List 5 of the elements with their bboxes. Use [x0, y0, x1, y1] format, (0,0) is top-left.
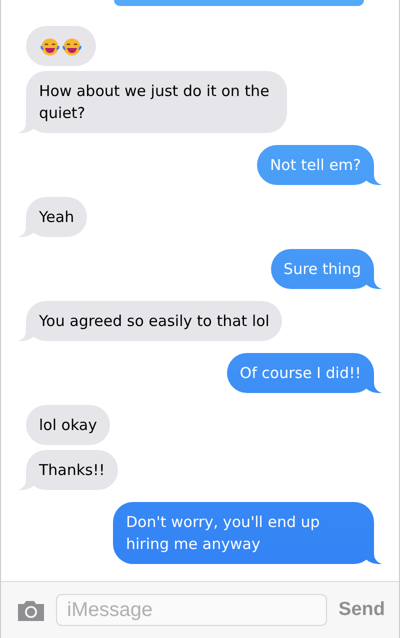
camera-icon[interactable] — [16, 599, 46, 621]
send-button[interactable]: Send — [336, 599, 387, 621]
laughing-face-icon — [40, 36, 60, 57]
laughing-face-icon — [62, 36, 82, 57]
message-field[interactable]: iMessage — [56, 594, 327, 626]
